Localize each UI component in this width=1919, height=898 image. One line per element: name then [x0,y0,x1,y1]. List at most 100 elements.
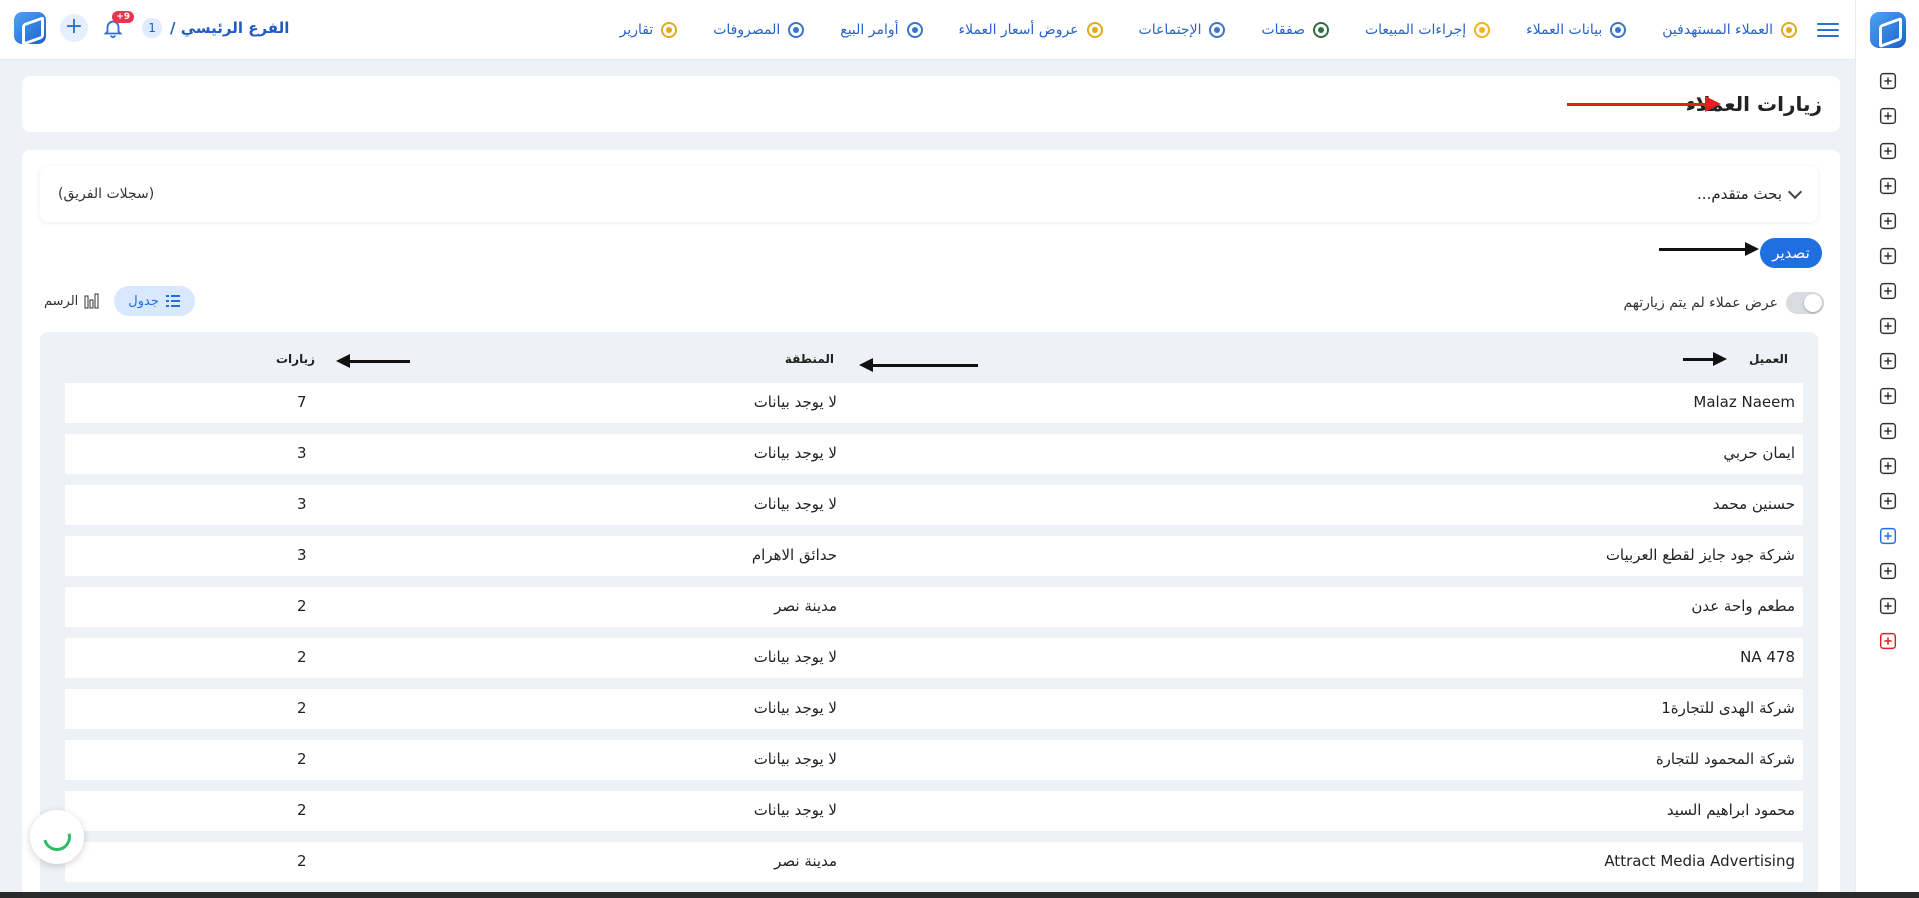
target-clients-icon [1779,20,1799,40]
delivery-icon[interactable] [1876,384,1900,408]
advanced-search-toggle[interactable]: بحث متقدم... [1697,184,1803,203]
header-region[interactable]: المنطقة [785,352,834,366]
nav-item-label: أوامر البيع [840,21,899,38]
nav-item-label: تقارير [619,21,654,38]
annotation-arrow-visits [336,354,410,368]
cell-client: Attract Media Advertising [1604,852,1795,870]
nav-item-4[interactable]: الإجتماعات [1139,20,1228,40]
annotation-arrow-region [859,358,978,372]
unvisited-clients-toggle[interactable] [1786,292,1824,314]
branch-number: 1 [142,18,162,38]
main-nav: العملاء المستهدفين بيانات العملاء إجراءات … [620,20,1799,40]
table-row[interactable]: NA 478 لا يوجد بيانات 2 [65,638,1803,678]
nav-item-label: صفقات [1261,21,1305,38]
cell-region: لا يوجد بيانات [753,444,837,462]
cell-region: لا يوجد بيانات [753,393,837,411]
nav-item-2[interactable]: إجراءات المبيعات [1365,20,1492,40]
header-client[interactable]: العميل [1749,352,1788,366]
add-document-icon[interactable] [1876,454,1900,478]
sales-orders-icon [905,20,925,40]
nav-item-6[interactable]: أوامر البيع [840,20,924,40]
nav-item-1[interactable]: بيانات العملاء [1526,20,1628,40]
branch-selector[interactable]: الفرع الرئيسي / 1 [142,18,289,38]
client-data-icon [1608,20,1628,40]
visits-table: العميل المنطقة زيارات Malaz Naeem لا يوجد… [40,332,1818,898]
chevron-down-icon [1787,184,1803,199]
warning-icon[interactable] [1876,174,1900,198]
nav-item-label: المصروفات [713,21,781,38]
cell-visits: 2 [297,597,307,615]
table-row[interactable]: محمود ابراهيم السيد لا يوجد بيانات 2 [65,791,1803,831]
right-sidebar [1855,0,1919,898]
sales-procedures-icon [1472,20,1492,40]
nav-item-8[interactable]: تقارير [620,20,680,40]
teams-icon[interactable] [1876,104,1900,128]
annotation-arrow-export [1659,242,1759,256]
cell-region: مدينة نصر [774,852,837,870]
analytics-icon[interactable] [1876,524,1900,548]
cell-client: حسنين محمد [1712,495,1795,513]
cell-region: لا يوجد بيانات [753,750,837,768]
tent-icon[interactable] [1876,244,1900,268]
cell-client: ايمان حربي [1723,444,1795,462]
page-header: زيارات العملاء [22,76,1840,132]
table-row[interactable]: شركة المحمود للتجارة لا يوجد بيانات 2 [65,740,1803,780]
menu-icon[interactable] [1817,19,1839,41]
refresh-document-icon[interactable] [1876,489,1900,513]
unvisited-clients-toggle-row: عرض عملاء لم يتم زيارتهم [1623,292,1824,314]
user-settings-icon[interactable] [1876,419,1900,443]
settings-icon[interactable] [1876,559,1900,583]
cell-visits: 2 [297,852,307,870]
table-row[interactable]: حسنين محمد لا يوجد بيانات 3 [65,485,1803,525]
reports-icon [659,20,679,40]
cell-client: Malaz Naeem [1693,393,1795,411]
brand-logo[interactable] [14,12,46,44]
cell-visits: 3 [297,495,307,513]
top-navbar: العملاء المستهدفين بيانات العملاء إجراءات … [0,0,1855,60]
table-row[interactable]: Malaz Naeem لا يوجد بيانات 7 [65,383,1803,423]
cell-visits: 2 [297,750,307,768]
table-row[interactable]: Attract Media Advertising مدينة نصر 2 [65,842,1803,882]
cell-visits: 2 [297,801,307,819]
nav-item-3[interactable]: صفقات [1261,20,1331,40]
nav-item-7[interactable]: المصروفات [713,20,806,40]
deals-icon [1311,20,1331,40]
chart-view-button[interactable]: الرسم [44,293,100,309]
unvisited-clients-label: عرض عملاء لم يتم زيارتهم [1623,295,1778,311]
notifications-bell-icon[interactable]: +9 [102,11,134,41]
nav-item-5[interactable]: عروض أسعار العملاء [959,20,1105,40]
header-visits[interactable]: زيارات [276,352,315,366]
table-row[interactable]: شركة جود جايز لقطع العربيات حدائق الاهرام… [65,536,1803,576]
table-row[interactable]: شركة الهدى للتجارة1 لا يوجد بيانات 2 [65,689,1803,729]
cell-region: لا يوجد بيانات [753,495,837,513]
invoice-icon[interactable] [1876,279,1900,303]
list-icon [165,295,180,307]
add-button[interactable]: + [60,14,88,42]
quotes-icon [1085,20,1105,40]
add-file-icon[interactable] [1876,69,1900,93]
table-view-label: جدول [128,293,159,309]
shipping-icon[interactable] [1876,349,1900,373]
table-header: العميل المنطقة زيارات [40,332,1818,378]
cell-visits: 3 [297,444,307,462]
table-row[interactable]: مطعم واحة عدن مدينة نصر 2 [65,587,1803,627]
table-row[interactable]: ايمان حربي لا يوجد بيانات 3 [65,434,1803,474]
cell-region: حدائق الاهرام [751,546,837,564]
nav-item-label: بيانات العملاء [1526,21,1603,38]
cell-client: محمود ابراهيم السيد [1666,801,1795,819]
table-view-button[interactable]: جدول [114,286,195,316]
view-switch: الرسم جدول [44,286,195,316]
edit-pen-icon[interactable] [1876,314,1900,338]
power-icon[interactable] [1876,629,1900,653]
annotation-red-arrow [1567,96,1721,112]
cell-region: لا يوجد بيانات [753,699,837,717]
export-button[interactable]: تصدير [1760,238,1822,268]
window-icon[interactable] [1876,594,1900,618]
video-icon[interactable] [1876,209,1900,233]
money-icon[interactable] [1876,139,1900,163]
cell-region: لا يوجد بيانات [753,648,837,666]
cell-client: شركة المحمود للتجارة [1655,750,1795,768]
nav-item-0[interactable]: العملاء المستهدفين [1662,20,1799,40]
app-logo[interactable] [1869,12,1906,48]
notifications-badge: +9 [112,11,134,23]
